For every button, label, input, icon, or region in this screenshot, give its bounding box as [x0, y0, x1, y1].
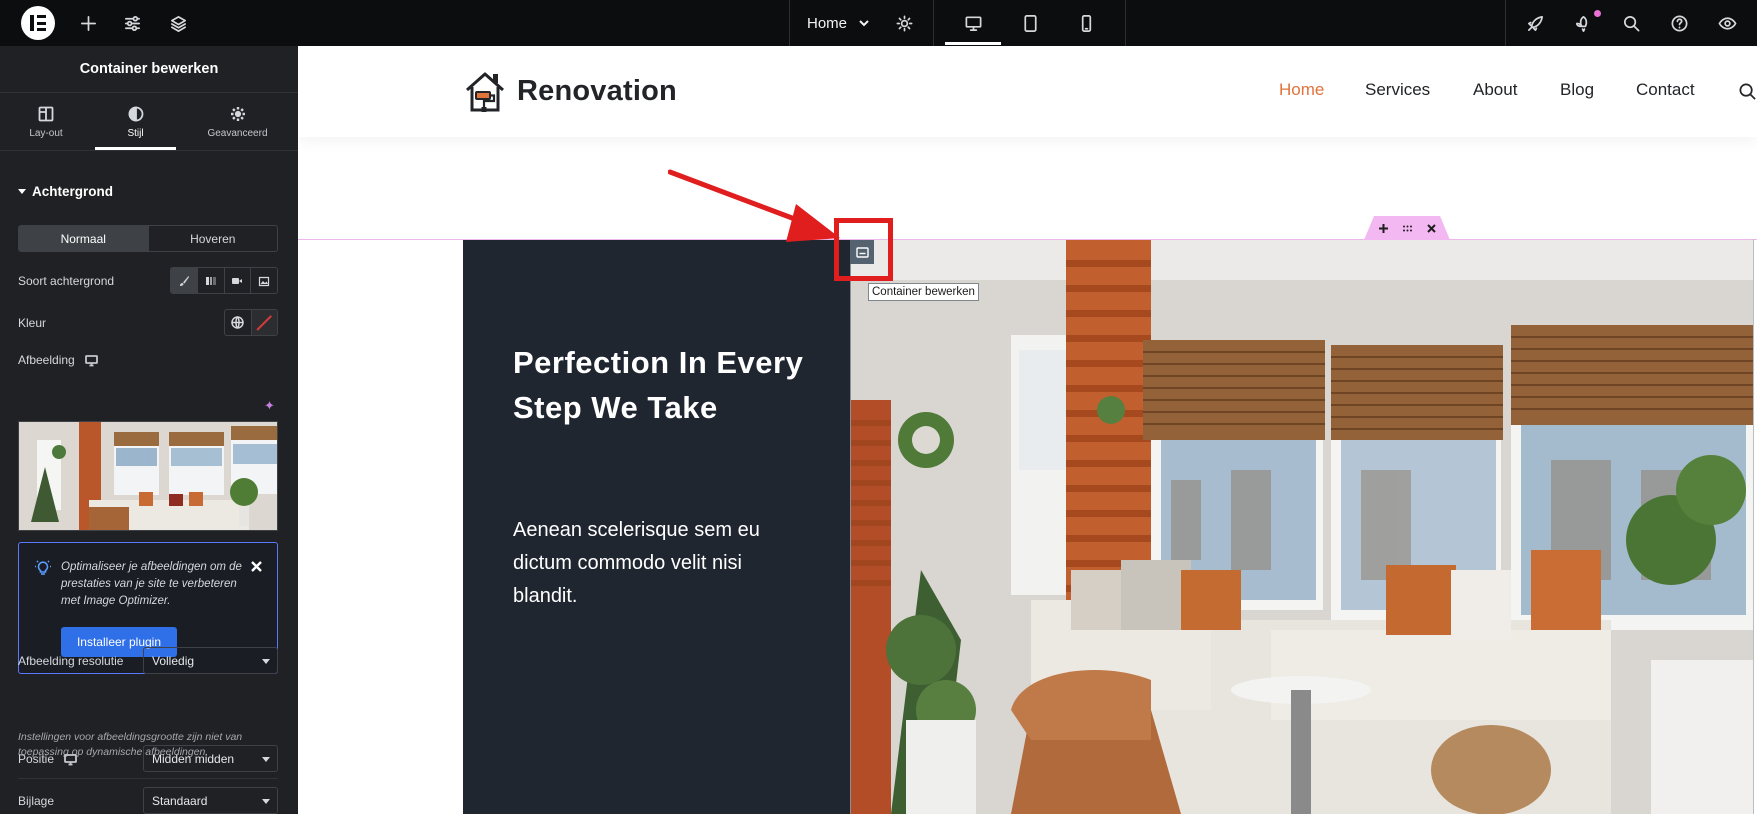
site-header: Renovation Home Services About Blog Cont…	[298, 46, 1757, 137]
hero-text-column[interactable]: Perfection In Every Step We Take Aenean …	[463, 240, 850, 814]
dropdown-arrow-icon	[262, 757, 270, 762]
position-label-row: Positie	[18, 752, 77, 766]
gear-icon	[230, 106, 245, 121]
gift-icon[interactable]	[1569, 0, 1597, 46]
add-container-icon[interactable]	[1374, 220, 1392, 236]
position-label: Positie	[18, 752, 55, 766]
hero-heading: Perfection In Every Step We Take	[513, 345, 804, 425]
plus-icon[interactable]	[74, 0, 102, 46]
close-icon[interactable]	[247, 557, 265, 575]
preview-canvas: Renovation Home Services About Blog Cont…	[298, 46, 1757, 814]
panel-title: Container bewerken	[0, 46, 298, 93]
nav-contact[interactable]: Contact	[1636, 80, 1695, 100]
state-normal-tab[interactable]: Normaal	[19, 226, 148, 251]
chevron-down-icon	[859, 20, 869, 27]
hero-paragraph: Aenean scelerisque sem eu dictum commodo…	[513, 519, 760, 607]
color-swatch-empty[interactable]	[250, 310, 277, 335]
resolution-value: Volledig	[152, 653, 195, 668]
color-control	[224, 309, 278, 336]
globe-icon[interactable]	[225, 310, 251, 335]
divider	[18, 778, 278, 779]
container-outline-right	[1753, 239, 1754, 814]
nav-services[interactable]: Services	[1365, 80, 1430, 100]
editor-panel: Container bewerken Lay-out Stijl Geavanc…	[0, 46, 298, 814]
notification-dot	[1594, 10, 1601, 17]
dropdown-arrow-icon	[262, 799, 270, 804]
desktop-icon[interactable]	[945, 0, 1001, 46]
state-switcher: Normaal Hoveren	[18, 225, 278, 252]
active-device-indicator	[945, 42, 1001, 45]
attachment-select[interactable]: Standaard	[143, 787, 278, 814]
gear-icon[interactable]	[890, 0, 918, 46]
tab-label: Lay-out	[29, 127, 63, 139]
tab-label: Geavanceerd	[207, 127, 268, 139]
layers-icon[interactable]	[164, 0, 192, 46]
sliders-icon[interactable]	[118, 0, 146, 46]
background-type-choices	[170, 267, 278, 294]
nav-blog[interactable]: Blog	[1560, 80, 1594, 100]
attachment-label: Bijlage	[18, 794, 55, 808]
state-hover-tab[interactable]: Hoveren	[147, 226, 278, 251]
hero-background-image[interactable]	[850, 240, 1753, 814]
panel-tabs: Lay-out Stijl Geavanceerd	[0, 93, 298, 151]
edit-container-tooltip: Container bewerken	[868, 283, 979, 301]
site-brand[interactable]: Renovation	[463, 68, 677, 114]
layout-icon	[38, 106, 54, 121]
notice-text: Optimaliseer je afbeeldingen om de prest…	[61, 561, 242, 607]
background-type-label: Soort achtergrond	[18, 274, 115, 288]
search-icon[interactable]	[1617, 0, 1645, 46]
dropdown-arrow-icon	[262, 659, 270, 664]
position-select[interactable]: Midden midden	[143, 745, 278, 772]
drag-handle-icon[interactable]	[1398, 220, 1416, 236]
brush-icon[interactable]	[171, 268, 197, 293]
section-background[interactable]: Achtergrond	[18, 184, 113, 199]
elementor-logo[interactable]	[21, 6, 55, 40]
mobile-icon[interactable]	[1072, 0, 1100, 46]
ai-sparkle-icon[interactable]: ✦	[264, 398, 275, 414]
container-handle	[1364, 216, 1450, 240]
brand-name: Renovation	[517, 74, 677, 107]
nav-about[interactable]: About	[1473, 80, 1517, 100]
rocket-icon[interactable]	[1521, 0, 1549, 46]
attachment-value: Standaard	[152, 793, 208, 808]
house-logo-icon	[466, 72, 504, 112]
page-selector[interactable]: Home	[807, 0, 871, 46]
nav-home[interactable]: Home	[1279, 80, 1324, 100]
contrast-icon	[128, 106, 143, 121]
caret-down-icon	[18, 189, 26, 194]
slideshow-icon[interactable]	[250, 268, 277, 293]
editor-top-bar: Home	[0, 0, 1757, 46]
tab-label: Stijl	[127, 127, 144, 139]
image-label: Afbeelding	[18, 353, 75, 367]
lightbulb-icon	[35, 560, 51, 576]
delete-container-icon[interactable]	[1422, 220, 1440, 236]
background-image-preview[interactable]	[18, 421, 278, 531]
gradient-icon[interactable]	[196, 268, 224, 293]
position-value: Midden midden	[152, 751, 235, 766]
resolution-label: Afbeelding resolutie	[18, 654, 124, 668]
section-title: Achtergrond	[32, 184, 113, 199]
search-icon[interactable]	[1738, 82, 1757, 102]
help-icon[interactable]	[1665, 0, 1693, 46]
desktop-icon	[84, 354, 98, 366]
tab-layout[interactable]: Lay-out	[15, 93, 77, 151]
desktop-icon	[64, 753, 77, 765]
tab-advanced[interactable]: Geavanceerd	[200, 93, 275, 151]
page-name: Home	[807, 14, 848, 32]
tab-style[interactable]: Stijl	[95, 93, 176, 151]
annotation-arrow	[668, 169, 840, 242]
image-label-row: Afbeelding	[18, 353, 98, 367]
resolution-select[interactable]: Volledig	[143, 647, 278, 674]
eye-icon[interactable]	[1713, 0, 1741, 46]
active-tab-indicator	[95, 147, 176, 150]
video-icon[interactable]	[223, 268, 251, 293]
color-label: Kleur	[18, 316, 47, 330]
tablet-icon[interactable]	[1016, 0, 1044, 46]
